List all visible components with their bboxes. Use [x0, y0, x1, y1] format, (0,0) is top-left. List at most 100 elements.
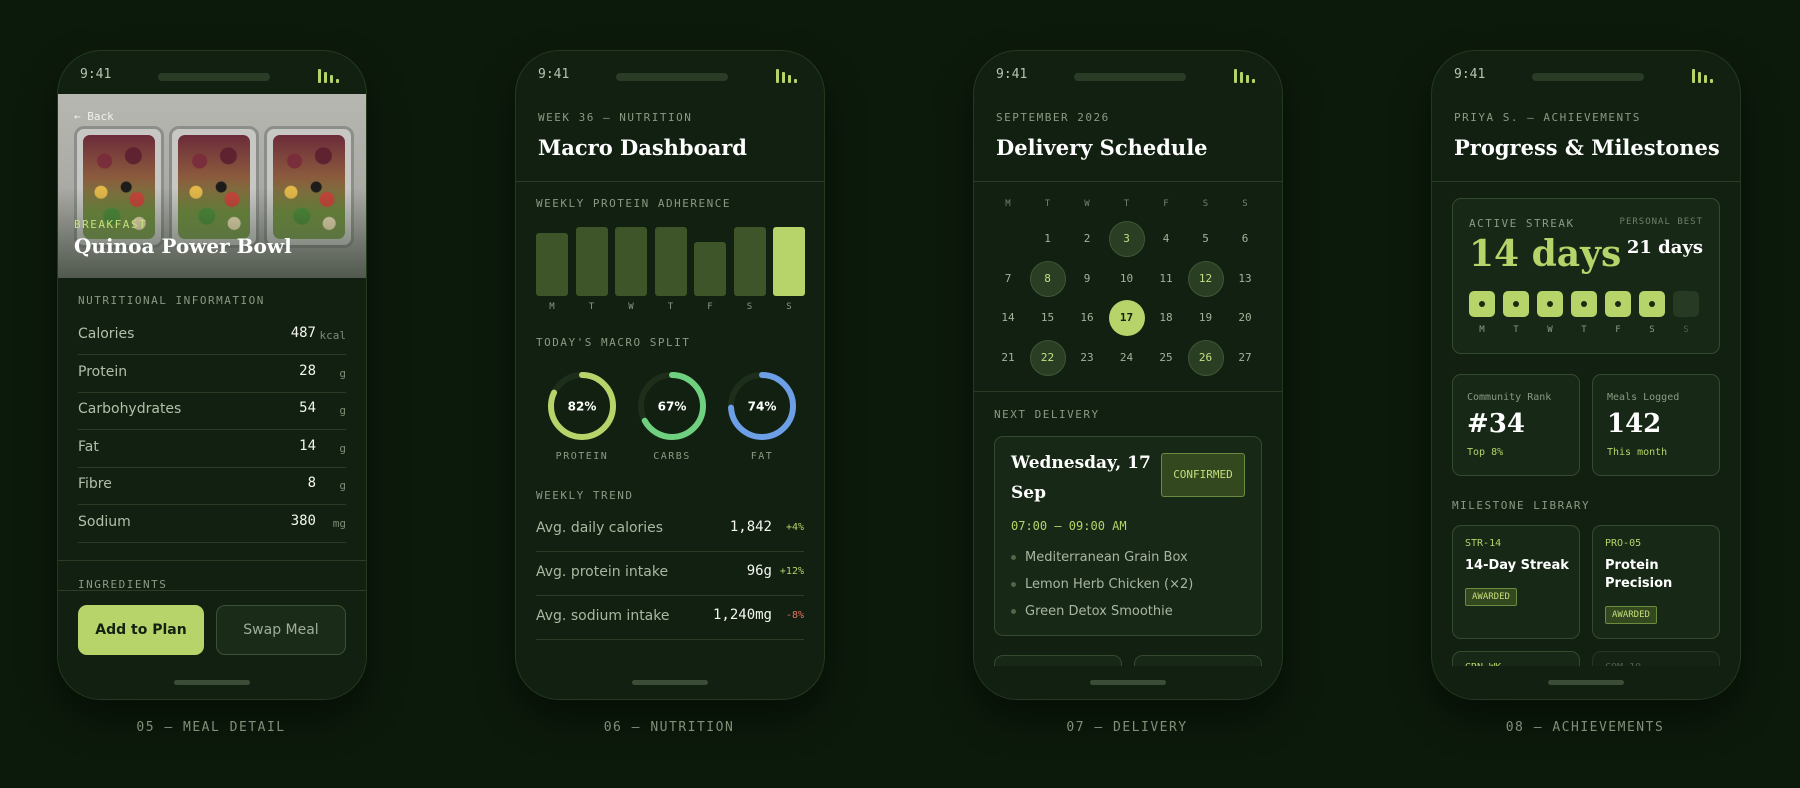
adherence-day-label: T [588, 302, 595, 312]
delivery-item: Lemon Herb Chicken (×2) [1011, 577, 1193, 592]
adherence-day-label: T [667, 302, 674, 312]
calendar-day[interactable]: 15 [1030, 300, 1066, 336]
notch [616, 73, 728, 81]
delivery-date-line2: Sep [1011, 483, 1046, 503]
milestone-card[interactable]: PRO-05 Protein Precision AWARDED [1592, 525, 1720, 639]
adherence-day-label: S [746, 302, 753, 312]
calendar-day[interactable]: 24 [1109, 340, 1145, 376]
calendar-day[interactable]: 1 [1030, 221, 1066, 257]
status-bar: 9:41 [1432, 65, 1740, 89]
trend-change: +12% [779, 566, 804, 577]
nutrition-unit: g [339, 404, 346, 417]
stat-sub: This month [1607, 447, 1668, 458]
calendar-day[interactable]: 27 [1227, 340, 1263, 376]
calendar-day[interactable]: 21 [990, 340, 1026, 376]
delivery-item: Mediterranean Grain Box [1011, 550, 1188, 565]
screen-caption: 07 — DELIVERY [1066, 720, 1188, 735]
calendar-day-delivery[interactable]: 12 [1187, 260, 1224, 297]
milestone-card[interactable]: STR-14 14-Day Streak AWARDED [1452, 525, 1580, 639]
home-indicator [632, 680, 708, 685]
calendar-day[interactable]: 20 [1227, 300, 1263, 336]
calendar-day[interactable]: 11 [1148, 261, 1184, 297]
notch [1532, 73, 1644, 81]
adherence-bar [615, 226, 647, 296]
calendar-day[interactable]: 23 [1069, 340, 1105, 376]
add-to-plan-button[interactable]: Add to Plan [78, 605, 204, 655]
nutrition-value: 54 [299, 400, 316, 416]
adherence-bar [575, 226, 608, 296]
nutrition-label: Protein [78, 363, 128, 380]
macro-ring-protein: 82% [548, 372, 616, 440]
streak-day-done [1537, 291, 1563, 317]
delivery-item: Green Detox Smoothie [1011, 604, 1173, 619]
calendar-day[interactable]: 7 [990, 261, 1026, 297]
stat-value: #34 [1467, 409, 1525, 439]
meal-hero-image: ← Back BREAKFAST Quinoa Power Bowl [58, 94, 366, 278]
calendar-day-delivery[interactable]: 26 [1187, 339, 1224, 376]
calendar-day[interactable]: 16 [1069, 300, 1105, 336]
adherence-bar [654, 226, 687, 296]
calendar-day[interactable]: 2 [1069, 221, 1105, 257]
macro-percent: 67% [658, 400, 687, 414]
status-bar: 9:41 [516, 65, 824, 89]
page-kicker: SEPTEMBER 2026 [996, 111, 1110, 124]
calendar-day-today[interactable]: 17 [1108, 300, 1145, 336]
trend-change: +4% [785, 522, 804, 533]
milestone-name-line2: Precision [1605, 576, 1673, 591]
streak-day-label: S [1649, 325, 1655, 335]
calendar-day-delivery[interactable]: 3 [1108, 221, 1145, 257]
calendar-day[interactable]: 9 [1069, 261, 1105, 297]
nutrition-row: Fibre 8 g [78, 467, 346, 505]
nutrition-label: Sodium [78, 513, 131, 530]
milestone-name: 14-Day Streak [1465, 558, 1569, 573]
nutrition-label: Fibre [78, 476, 112, 492]
calendar-day[interactable]: 10 [1109, 261, 1145, 297]
trend-value: 1,240mg [712, 607, 772, 623]
milestone-code: STR-14 [1465, 538, 1502, 549]
streak-day-done [1469, 291, 1495, 317]
calendar-day-delivery[interactable]: 8 [1029, 260, 1066, 297]
macro-split-label: TODAY'S MACRO SPLIT [536, 336, 691, 349]
calendar-day[interactable]: 14 [990, 300, 1026, 336]
calendar-day[interactable]: 6 [1227, 221, 1263, 257]
signal-icon [1692, 67, 1718, 83]
adherence-bar [694, 242, 726, 296]
delivery-date-line1: Wednesday, 17 [1011, 453, 1151, 473]
status-time: 9:41 [996, 67, 1028, 82]
weekday-header: M [1005, 199, 1011, 209]
streak-day-done [1503, 291, 1529, 317]
next-delivery-card[interactable]: Wednesday, 17 Sep CONFIRMED 07:00 – 09:0… [994, 436, 1262, 636]
adherence-label: WEEKLY PROTEIN ADHERENCE [536, 197, 731, 210]
streak-label: ACTIVE STREAK [1469, 217, 1575, 230]
macro-name: PROTEIN [555, 451, 609, 462]
status-badge: CONFIRMED [1161, 453, 1245, 497]
calendar-day[interactable]: 13 [1227, 261, 1263, 297]
trend-row: Avg. protein intake 96g +12% [536, 552, 804, 596]
screen-caption: 06 — NUTRITION [603, 720, 735, 735]
calendar-day[interactable]: 5 [1188, 221, 1224, 257]
milestone-code: PRO-05 [1605, 538, 1642, 549]
streak-day-label: M [1479, 325, 1485, 335]
home-indicator [1548, 680, 1624, 685]
calendar-day[interactable]: 19 [1188, 300, 1224, 336]
page-title: Delivery Schedule [996, 135, 1208, 160]
status-bar: 9:41 [974, 65, 1282, 89]
nutrition-label: Carbohydrates [78, 401, 182, 417]
divider [974, 391, 1282, 392]
signal-icon [318, 67, 344, 83]
stat-card-meals: Meals Logged 142 This month [1592, 374, 1720, 476]
swap-meal-button[interactable]: Swap Meal [216, 605, 346, 655]
back-button[interactable]: ← Back [74, 110, 114, 123]
calendar-day-delivery[interactable]: 22 [1029, 339, 1066, 376]
calendar-day[interactable]: 4 [1148, 221, 1184, 257]
nutrition-unit: g [339, 479, 346, 492]
streak-day-label: T [1513, 325, 1519, 335]
milestone-library-label: MILESTONE LIBRARY [1452, 499, 1591, 512]
weekday-header: T [1123, 199, 1130, 209]
calendar-day[interactable]: 18 [1148, 300, 1184, 336]
stat-value: 142 [1607, 409, 1662, 439]
screen-caption: 08 — ACHIEVEMENTS [1505, 720, 1665, 735]
page-title: Progress & Milestones [1454, 135, 1720, 160]
calendar-day[interactable]: 25 [1148, 340, 1184, 376]
adherence-bar [536, 232, 568, 296]
